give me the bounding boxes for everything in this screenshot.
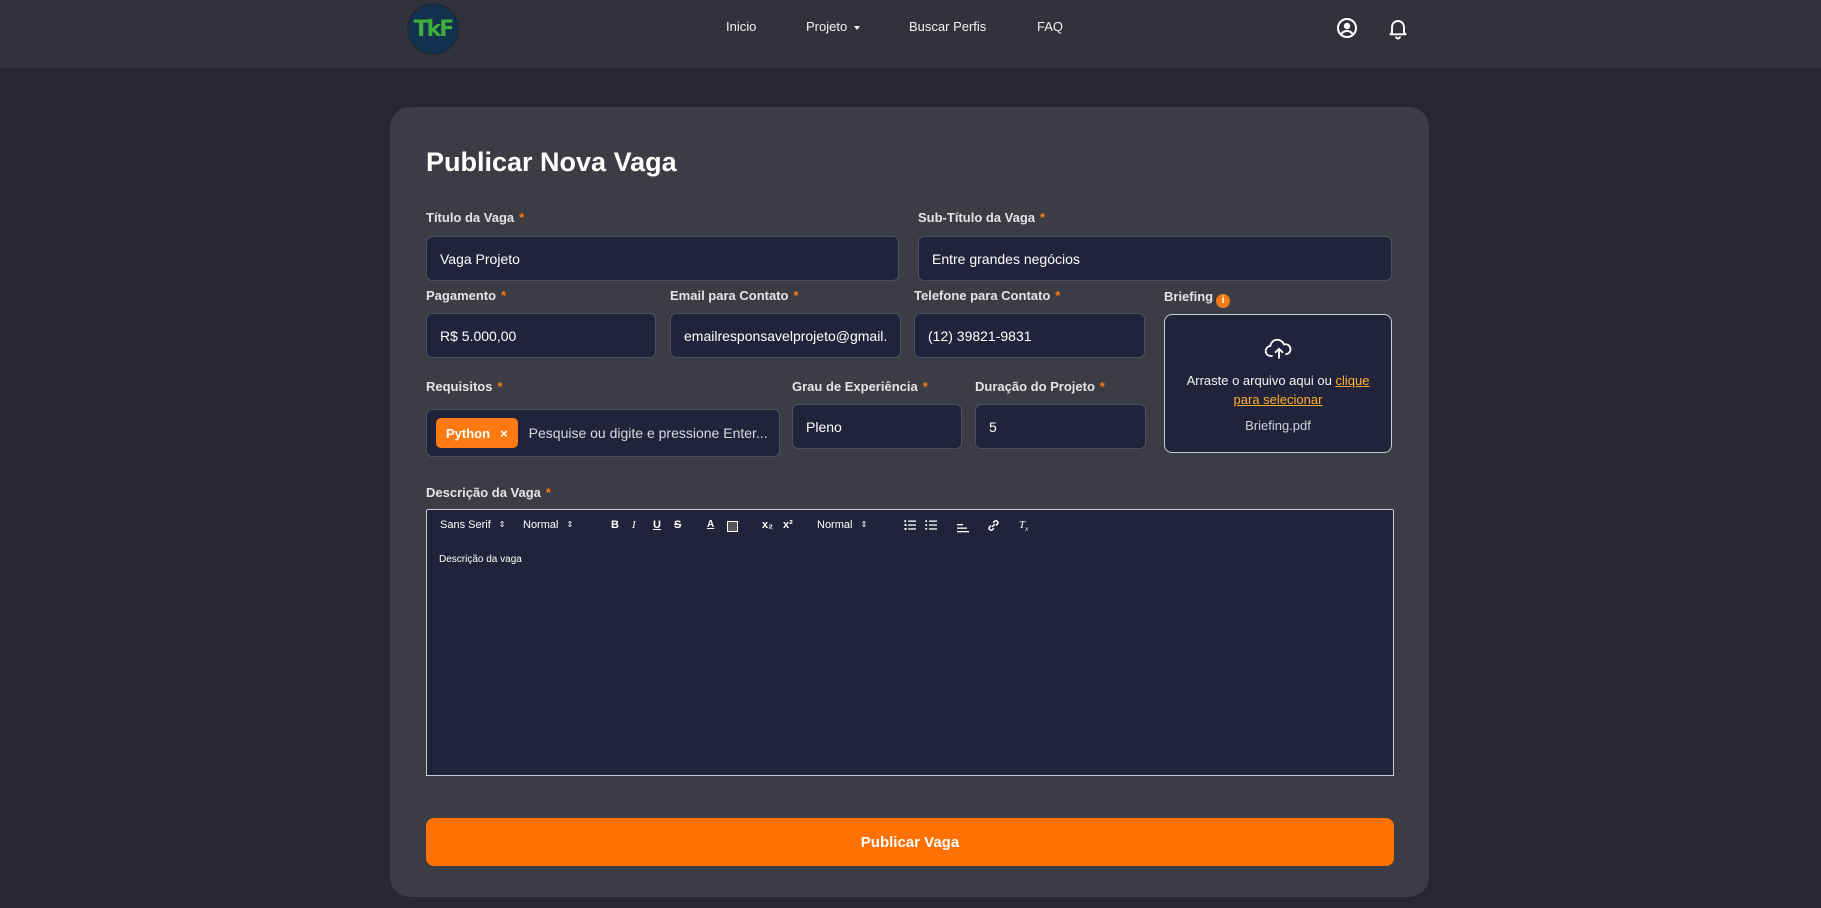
tag-python: Python × bbox=[436, 418, 518, 448]
telefone-input[interactable]: (12) 39821-9831 bbox=[914, 313, 1145, 358]
titulo-label: Título da Vaga * bbox=[426, 210, 524, 225]
titulo-input[interactable]: Vaga Projeto bbox=[426, 236, 899, 281]
duracao-label-text: Duração do Projeto bbox=[975, 379, 1095, 394]
italic-icon[interactable]: I bbox=[632, 519, 636, 531]
select-arrows-icon: ⇕ bbox=[860, 520, 868, 529]
pagamento-input[interactable]: R$ 5.000,00 bbox=[426, 313, 656, 358]
select-file-link[interactable]: clique bbox=[1335, 373, 1369, 388]
duracao-value: 5 bbox=[989, 418, 997, 435]
editor-toolbar: Sans Serif ⇕ Normal ⇕ B I U S A x₂ x² Norm… bbox=[426, 509, 1394, 544]
superscript-icon[interactable]: x² bbox=[783, 519, 793, 531]
select-arrows-icon: ⇕ bbox=[498, 520, 506, 529]
experiencia-label-text: Grau de Experiência bbox=[792, 379, 918, 394]
briefing-file-name: Briefing.pdf bbox=[1245, 418, 1311, 433]
dropzone-text-line1: Arraste o arquivo aqui ou clique bbox=[1165, 373, 1391, 388]
required-mark: * bbox=[793, 288, 799, 303]
page-title: Publicar Nova Vaga bbox=[426, 147, 677, 177]
email-input[interactable]: emailresponsavelprojeto@gmail.com bbox=[670, 313, 901, 358]
remove-tag-icon[interactable]: × bbox=[500, 426, 508, 441]
subtitulo-label: Sub-Título da Vaga * bbox=[918, 210, 1045, 225]
telefone-value: (12) 39821-9831 bbox=[928, 327, 1032, 344]
subtitulo-value: Entre grandes negócios bbox=[932, 250, 1080, 267]
subtitulo-label-text: Sub-Título da Vaga bbox=[918, 210, 1036, 225]
select-file-link-continued[interactable]: para selecionar bbox=[1234, 392, 1323, 407]
email-value: emailresponsavelprojeto@gmail.com bbox=[684, 327, 887, 344]
briefing-label-text: Briefing bbox=[1164, 289, 1214, 304]
align-left-icon[interactable] bbox=[957, 521, 969, 533]
titulo-value: Vaga Projeto bbox=[440, 250, 520, 267]
chevron-down-icon bbox=[854, 25, 861, 30]
experiencia-select[interactable]: Pleno bbox=[792, 404, 962, 449]
text-color-icon[interactable]: A bbox=[707, 519, 714, 530]
bell-icon[interactable] bbox=[1386, 16, 1410, 40]
required-mark: * bbox=[501, 288, 507, 303]
required-mark: * bbox=[497, 379, 503, 394]
font-family-value: Sans Serif bbox=[440, 519, 491, 531]
subtitulo-input[interactable]: Entre grandes negócios bbox=[918, 236, 1392, 281]
required-mark: * bbox=[1040, 210, 1046, 225]
user-circle-icon[interactable] bbox=[1335, 16, 1359, 40]
required-mark: * bbox=[1099, 379, 1105, 394]
dropzone-text-line2: para selecionar bbox=[1165, 392, 1391, 407]
briefing-dropzone[interactable]: Arraste o arquivo aqui ou clique para se… bbox=[1164, 314, 1392, 453]
ordered-list-icon[interactable] bbox=[904, 519, 916, 531]
background-color-icon[interactable] bbox=[727, 521, 738, 532]
email-label: Email para Contato * bbox=[670, 288, 799, 303]
duracao-label: Duração do Projeto * bbox=[975, 379, 1105, 394]
font-family-select[interactable]: Sans Serif ⇕ bbox=[440, 519, 505, 531]
dropzone-text: Arraste o arquivo aqui ou bbox=[1186, 373, 1332, 388]
tag-label: Python bbox=[446, 425, 491, 441]
telefone-label: Telefone para Contato * bbox=[914, 288, 1060, 303]
nav-item-inicio[interactable]: Inicio bbox=[726, 19, 756, 34]
bold-icon[interactable]: B bbox=[611, 519, 619, 531]
description-content: Descrição da vaga bbox=[439, 554, 522, 565]
required-mark: * bbox=[545, 485, 551, 500]
info-icon[interactable]: i bbox=[1216, 294, 1231, 308]
header-select[interactable]: Normal ⇕ bbox=[817, 519, 867, 531]
header-value: Normal bbox=[817, 519, 853, 531]
nav-item-faq[interactable]: FAQ bbox=[1037, 19, 1063, 34]
bullet-list-icon[interactable] bbox=[925, 519, 937, 531]
underline-icon[interactable]: U bbox=[653, 519, 661, 531]
app-logo[interactable]: TkF bbox=[409, 5, 457, 53]
publish-button[interactable]: Publicar Vaga bbox=[426, 818, 1394, 866]
link-icon[interactable] bbox=[987, 519, 1000, 532]
strikethrough-icon[interactable]: S bbox=[674, 519, 681, 531]
logo-text: TkF bbox=[413, 16, 455, 42]
publish-job-card: Publicar Nova Vaga Título da Vaga * Vaga … bbox=[390, 107, 1429, 897]
titulo-label-text: Título da Vaga bbox=[426, 210, 515, 225]
requisitos-label: Requisitos * bbox=[426, 379, 503, 394]
experiencia-value: Pleno bbox=[806, 418, 842, 435]
required-mark: * bbox=[922, 379, 928, 394]
briefing-label: Briefing i bbox=[1164, 289, 1231, 308]
pagamento-value: R$ 5.000,00 bbox=[440, 327, 517, 344]
duracao-input[interactable]: 5 bbox=[975, 404, 1146, 449]
font-size-select[interactable]: Normal ⇕ bbox=[523, 519, 573, 531]
font-size-value: Normal bbox=[523, 519, 559, 531]
nav-item-projeto-label: Projeto bbox=[806, 19, 848, 34]
select-arrows-icon: ⇕ bbox=[566, 520, 574, 529]
description-editor[interactable]: Descrição da vaga bbox=[426, 543, 1394, 776]
subscript-icon[interactable]: x₂ bbox=[762, 519, 773, 531]
requisitos-placeholder[interactable]: Pesquise ou digite e pressione Enter... bbox=[529, 425, 768, 441]
required-mark: * bbox=[519, 210, 525, 225]
descricao-label: Descrição da Vaga * bbox=[426, 485, 551, 500]
requisitos-tag-input[interactable]: Python × Pesquise ou digite e pressione E… bbox=[426, 409, 780, 457]
required-mark: * bbox=[1055, 288, 1061, 303]
top-navbar: TkF Inicio Projeto Buscar Perfis FAQ bbox=[0, 0, 1821, 68]
experiencia-label: Grau de Experiência * bbox=[792, 379, 928, 394]
requisitos-label-text: Requisitos bbox=[426, 379, 493, 394]
nav-item-buscar-perfis[interactable]: Buscar Perfis bbox=[909, 19, 986, 34]
email-label-text: Email para Contato bbox=[670, 288, 789, 303]
clear-formatting-icon[interactable]: Tx bbox=[1019, 519, 1028, 533]
cloud-upload-icon bbox=[1264, 338, 1292, 359]
pagamento-label: Pagamento * bbox=[426, 288, 506, 303]
telefone-label-text: Telefone para Contato bbox=[914, 288, 1051, 303]
descricao-label-text: Descrição da Vaga bbox=[426, 485, 541, 500]
pagamento-label-text: Pagamento bbox=[426, 288, 497, 303]
nav-item-projeto[interactable]: Projeto bbox=[806, 19, 861, 34]
